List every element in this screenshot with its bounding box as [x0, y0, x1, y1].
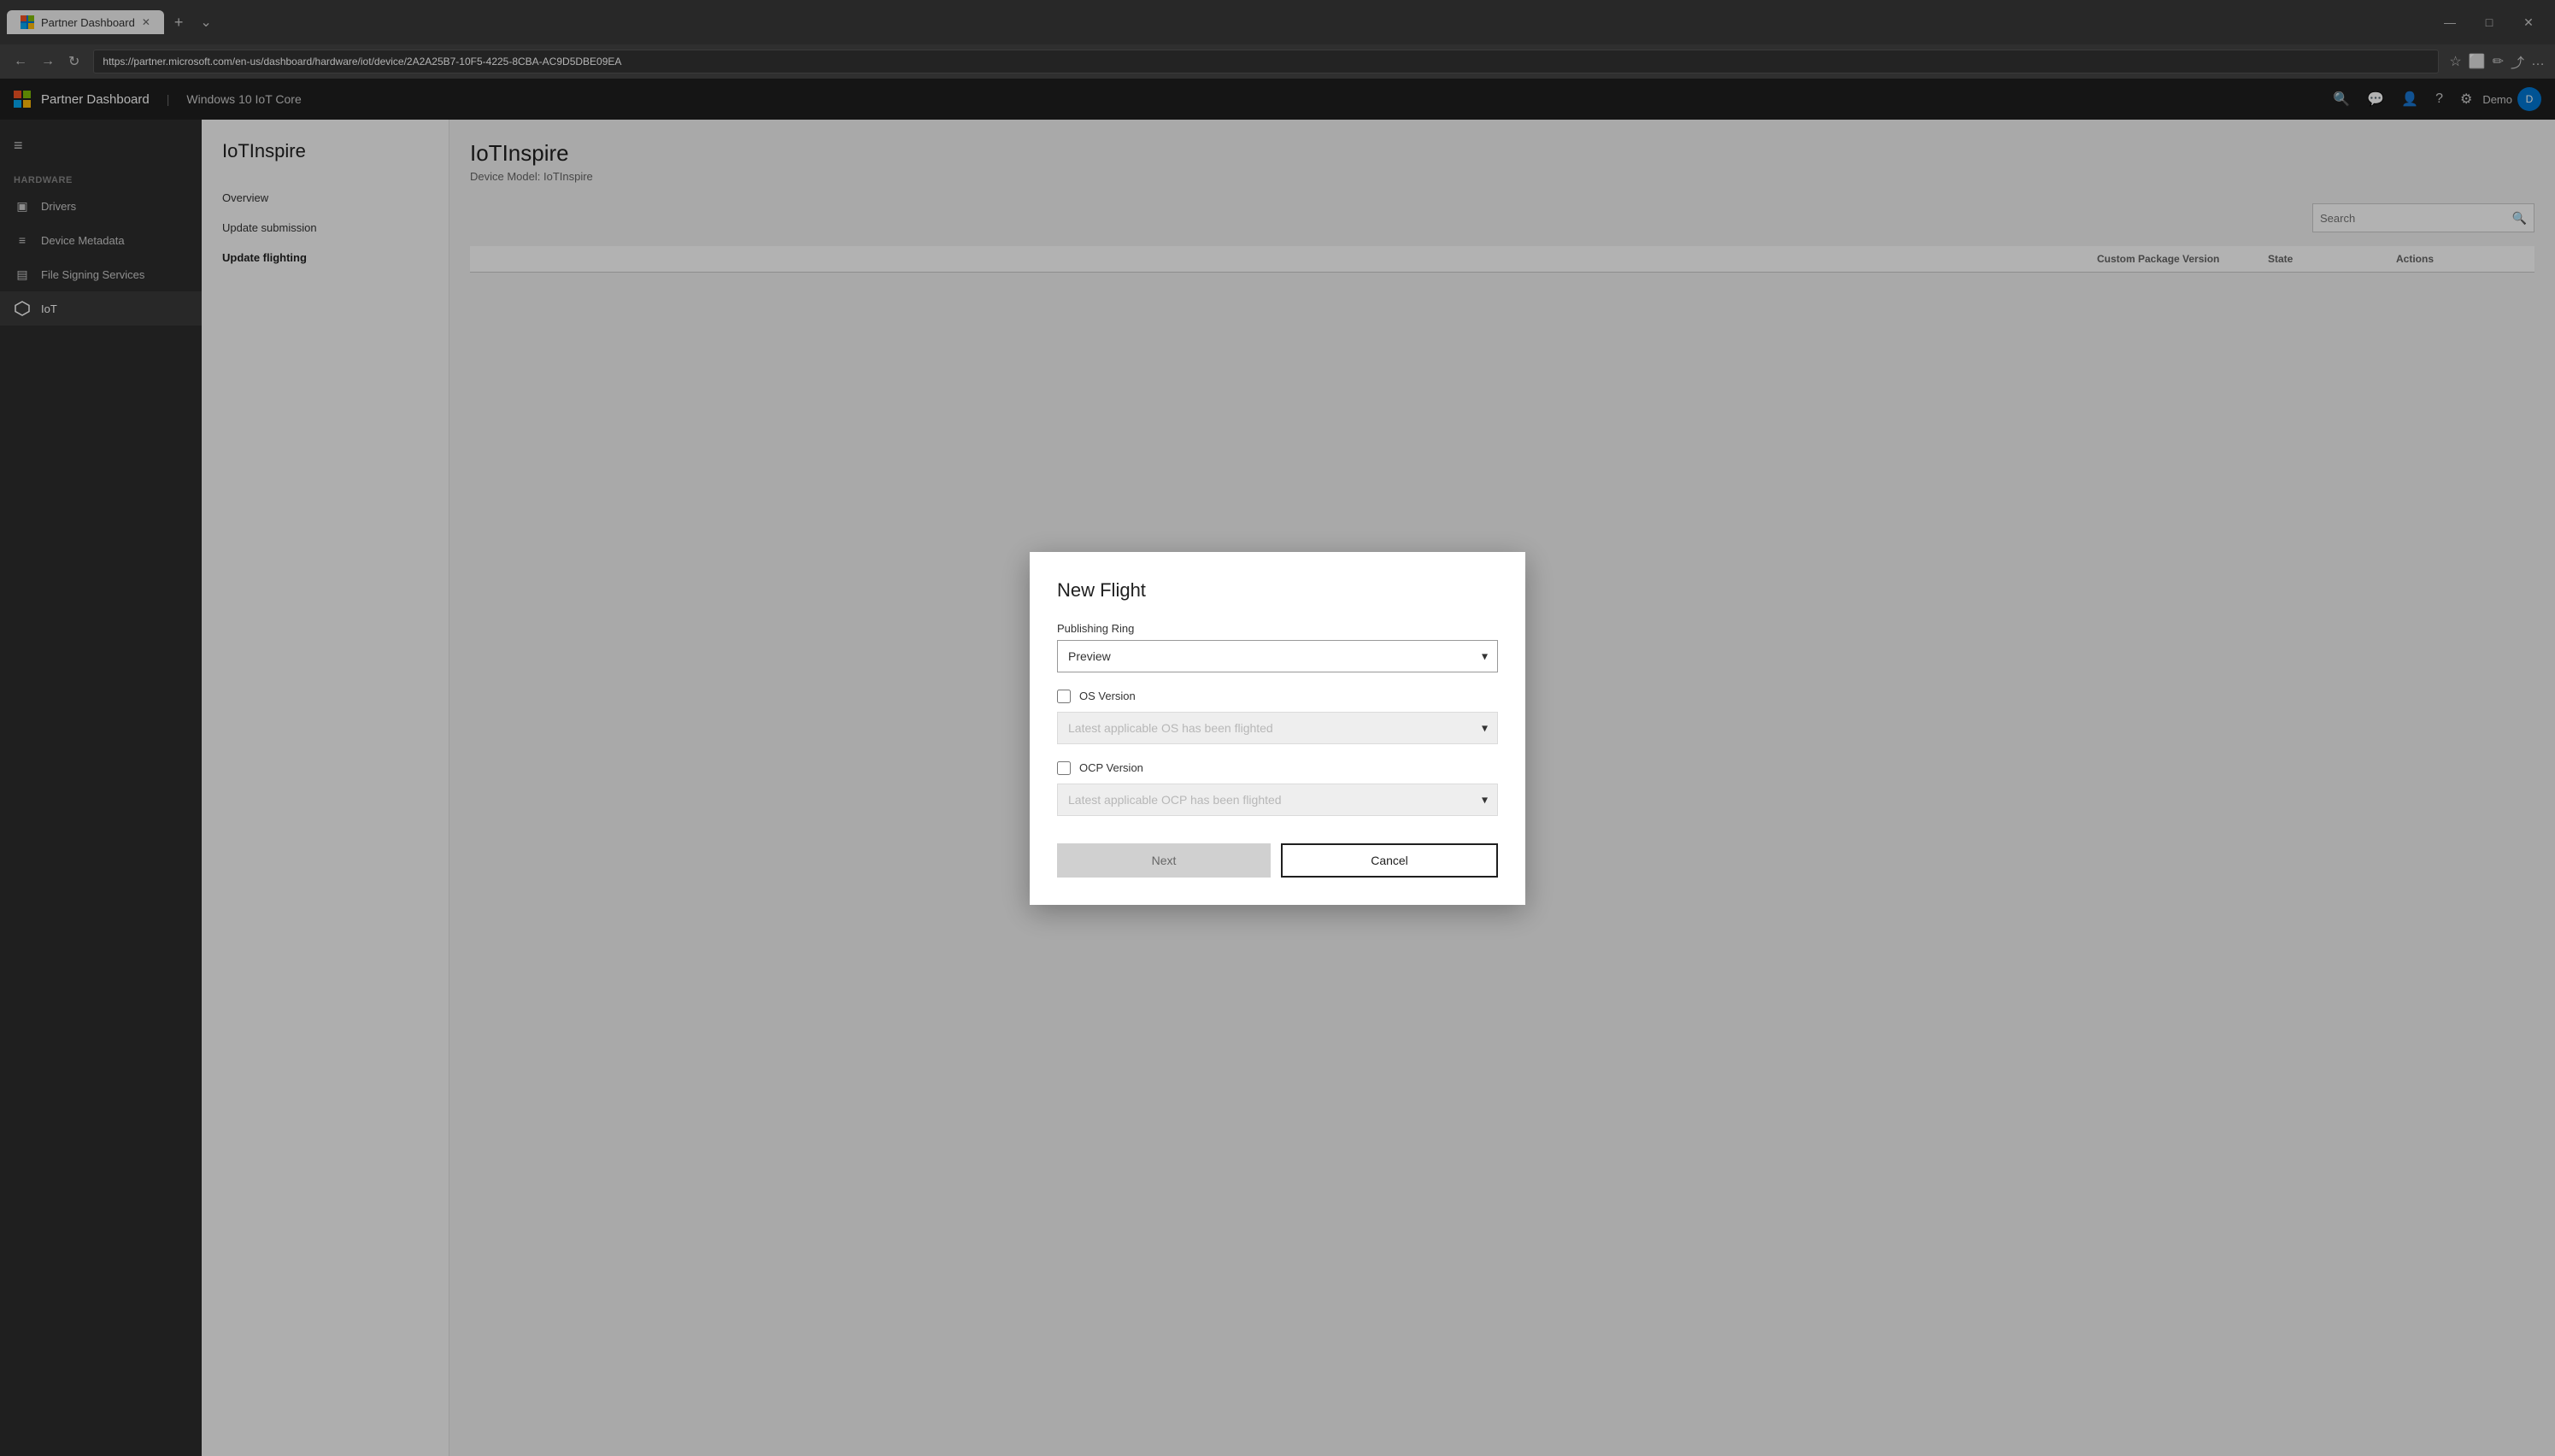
modal-overlay: New Flight Publishing Ring Preview Gener… — [0, 0, 2555, 1456]
ocp-version-select-wrapper: Latest applicable OCP has been flighted — [1057, 784, 1498, 816]
publishing-ring-select-wrapper: Preview General — [1057, 640, 1498, 672]
ocp-version-label: OCP Version — [1079, 761, 1143, 774]
modal-actions: Next Cancel — [1057, 843, 1498, 878]
os-version-select-wrapper: Latest applicable OS has been flighted — [1057, 712, 1498, 744]
os-version-group: OS Version Latest applicable OS has been… — [1057, 690, 1498, 744]
publishing-ring-label: Publishing Ring — [1057, 622, 1498, 635]
next-button[interactable]: Next — [1057, 843, 1271, 878]
ocp-version-checkbox-row: OCP Version — [1057, 761, 1498, 775]
ocp-version-group: OCP Version Latest applicable OCP has be… — [1057, 761, 1498, 816]
os-version-label: OS Version — [1079, 690, 1136, 702]
os-version-checkbox[interactable] — [1057, 690, 1071, 703]
cancel-button[interactable]: Cancel — [1281, 843, 1498, 878]
os-version-checkbox-row: OS Version — [1057, 690, 1498, 703]
new-flight-modal: New Flight Publishing Ring Preview Gener… — [1030, 552, 1525, 905]
ocp-version-checkbox[interactable] — [1057, 761, 1071, 775]
publishing-ring-select[interactable]: Preview General — [1057, 640, 1498, 672]
modal-title: New Flight — [1057, 579, 1498, 602]
ocp-version-select[interactable]: Latest applicable OCP has been flighted — [1057, 784, 1498, 816]
os-version-select[interactable]: Latest applicable OS has been flighted — [1057, 712, 1498, 744]
publishing-ring-group: Publishing Ring Preview General — [1057, 622, 1498, 672]
